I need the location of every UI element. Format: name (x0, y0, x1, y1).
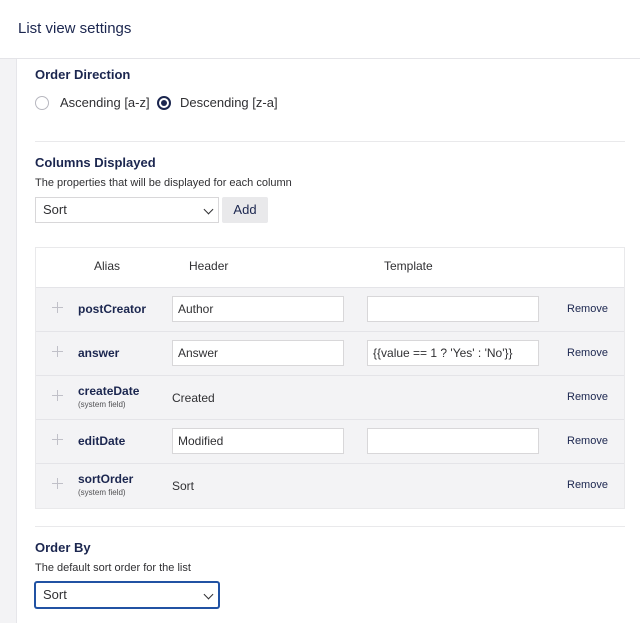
radio-ascending[interactable] (35, 96, 49, 110)
dialog-title: List view settings (18, 20, 132, 37)
drag-handle-icon[interactable] (52, 434, 64, 446)
row-alias: createDate (78, 384, 140, 398)
row-alias: postCreator (78, 302, 147, 316)
system-field-note: (system field) (78, 488, 126, 497)
column-select-value: Sort (43, 202, 67, 217)
add-column-button[interactable]: Add (222, 197, 268, 223)
chevron-down-icon (203, 589, 214, 600)
order-by-label: Order By (35, 540, 91, 555)
dialog-header: List view settings (0, 0, 640, 59)
table-header: Alias Header Template (36, 248, 624, 287)
radio-descending[interactable] (157, 96, 171, 110)
template-input[interactable] (367, 428, 539, 454)
table-row: editDate Modified Remove (36, 419, 624, 463)
template-input[interactable]: {{value == 1 ? 'Yes' : 'No'}} (367, 340, 539, 366)
header-input[interactable]: Author (172, 296, 344, 322)
template-input[interactable] (367, 296, 539, 322)
drag-handle-icon[interactable] (52, 390, 64, 402)
radio-ascending-label[interactable]: Ascending [a-z] (60, 95, 150, 110)
drag-handle-icon[interactable] (52, 302, 64, 314)
drag-handle-icon[interactable] (52, 478, 64, 490)
table-row: answer Answer {{value == 1 ? 'Yes' : 'No… (36, 331, 624, 375)
columns-table: Alias Header Template postCreator Author… (35, 247, 625, 509)
order-direction-label: Order Direction (35, 67, 131, 82)
row-alias: sortOrder (78, 472, 134, 486)
header-input[interactable]: Answer (172, 340, 344, 366)
order-by-description: The default sort order for the list (35, 562, 191, 574)
remove-button[interactable]: Remove (567, 435, 608, 447)
divider (35, 526, 625, 527)
radio-descending-label[interactable]: Descending [z-a] (180, 95, 278, 110)
table-row: postCreator Author Remove (36, 287, 624, 331)
columns-displayed-label: Columns Displayed (35, 155, 156, 170)
column-header-header: Header (189, 259, 229, 273)
column-select[interactable]: Sort (35, 197, 219, 223)
remove-button[interactable]: Remove (567, 303, 608, 315)
table-row: createDate (system field) Created Remove (36, 375, 624, 419)
remove-button[interactable]: Remove (567, 479, 608, 491)
order-by-select[interactable]: Sort (35, 582, 219, 608)
header-static: Created (172, 391, 215, 405)
header-input[interactable]: Modified (172, 428, 344, 454)
order-by-select-value: Sort (43, 587, 67, 602)
drag-handle-icon[interactable] (52, 346, 64, 358)
row-alias: answer (78, 346, 120, 360)
column-header-template: Template (384, 259, 433, 273)
column-header-alias: Alias (94, 259, 121, 273)
remove-button[interactable]: Remove (567, 347, 608, 359)
table-row: sortOrder (system field) Sort Remove (36, 463, 624, 508)
row-alias: editDate (78, 434, 126, 448)
chevron-down-icon (203, 204, 214, 215)
remove-button[interactable]: Remove (567, 391, 608, 403)
divider (35, 141, 625, 142)
settings-panel: Order Direction Ascending [a-z] Descendi… (17, 59, 640, 623)
left-gutter (0, 59, 17, 623)
header-static: Sort (172, 479, 195, 493)
columns-displayed-description: The properties that will be displayed fo… (35, 177, 292, 189)
system-field-note: (system field) (78, 400, 126, 409)
